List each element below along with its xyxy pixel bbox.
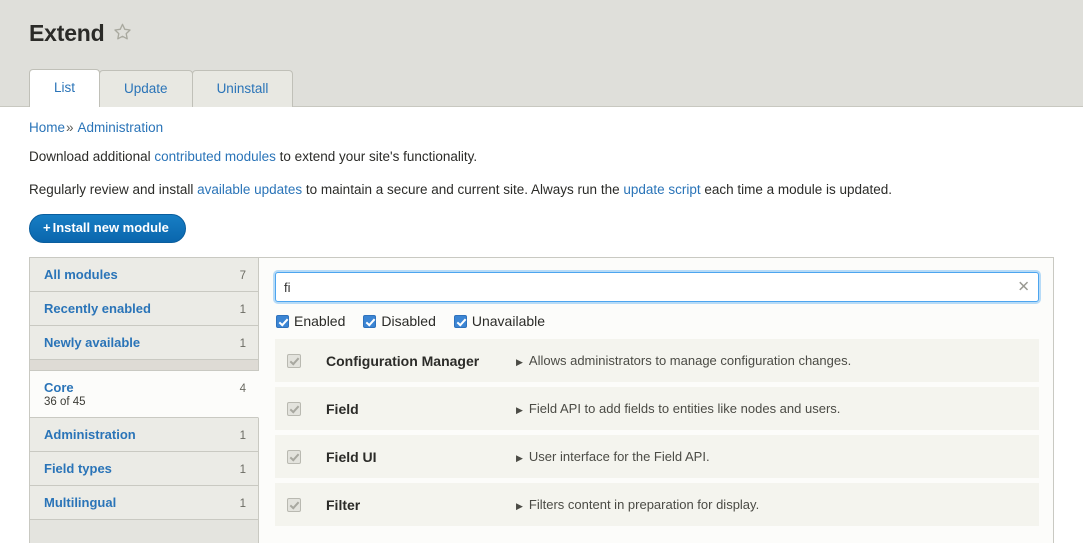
- page-title: Extend: [29, 22, 104, 45]
- sidebar-item-count: 4: [232, 383, 246, 395]
- link-contributed-modules[interactable]: contributed modules: [154, 149, 276, 164]
- module-description-text: Filters content in preparation for displ…: [529, 497, 759, 512]
- module-search: ✕: [275, 272, 1039, 302]
- sidebar-item-core[interactable]: Core 4 36 of 45: [30, 371, 259, 418]
- primary-tabs: List Update Uninstall: [0, 69, 292, 107]
- breadcrumb-link-administration[interactable]: Administration: [78, 120, 164, 135]
- breadcrumb-separator: »: [65, 120, 75, 135]
- extend-modules-container: All modules 7 Recently enabled 1 Newly a…: [29, 257, 1054, 543]
- module-description-text: Allows administrators to manage configur…: [529, 353, 851, 368]
- module-description-text: User interface for the Field API.: [529, 449, 710, 464]
- sidebar-item-count: 1: [232, 430, 246, 442]
- filter-unavailable-label: Unavailable: [472, 314, 545, 328]
- module-enable-checkbox: [287, 354, 301, 368]
- table-row[interactable]: Filter ▶ Filters content in preparation …: [275, 483, 1039, 526]
- close-icon[interactable]: ✕: [1017, 280, 1030, 295]
- filter-unavailable[interactable]: Unavailable: [454, 314, 545, 328]
- module-name: Field: [326, 401, 516, 417]
- sidebar-filler: [30, 520, 258, 543]
- module-enable-checkbox: [287, 402, 301, 416]
- checkbox-unavailable[interactable]: [454, 315, 467, 328]
- sidebar-item-label: Multilingual: [44, 495, 116, 510]
- sidebar-item-label: Recently enabled: [44, 301, 151, 316]
- page-header: Extend List Update Uninstall: [0, 0, 1083, 107]
- sidebar-item-count: 1: [232, 338, 246, 350]
- page-body: Home» Administration Download additional…: [0, 107, 1083, 543]
- sidebar-item-all-modules[interactable]: All modules 7: [30, 258, 258, 292]
- star-outline-icon[interactable]: [113, 22, 132, 46]
- intro-text-2b: to maintain a secure and current site. A…: [302, 182, 623, 197]
- sidebar-item-label: Newly available: [44, 335, 140, 350]
- sidebar-item-label: Administration: [44, 427, 136, 442]
- module-description: ▶ Field API to add fields to entities li…: [516, 401, 840, 416]
- module-name: Configuration Manager: [326, 353, 516, 369]
- intro-text-1a: Download additional: [29, 149, 154, 164]
- sidebar-item-count: 1: [232, 464, 246, 476]
- status-filter-group: Enabled Disabled Unavailable: [275, 314, 1039, 328]
- tab-uninstall[interactable]: Uninstall: [192, 70, 294, 107]
- modules-panel: ✕ Enabled Disabled Unavailable Confi: [259, 258, 1053, 543]
- disclosure-triangle-icon[interactable]: ▶: [516, 502, 523, 511]
- filter-disabled-label: Disabled: [381, 314, 435, 328]
- title-row: Extend: [0, 20, 1083, 46]
- tab-update[interactable]: Update: [99, 70, 193, 107]
- module-description: ▶ Filters content in preparation for dis…: [516, 497, 759, 512]
- table-row[interactable]: Field ▶ Field API to add fields to entit…: [275, 387, 1039, 430]
- checkbox-disabled[interactable]: [363, 315, 376, 328]
- filter-enabled[interactable]: Enabled: [276, 314, 345, 328]
- sidebar-item-field-types[interactable]: Field types 1: [30, 452, 258, 486]
- intro-text-2c: each time a module is updated.: [701, 182, 892, 197]
- disclosure-triangle-icon[interactable]: ▶: [516, 454, 523, 463]
- module-description: ▶ Allows administrators to manage config…: [516, 353, 851, 368]
- sidebar-item-administration[interactable]: Administration 1: [30, 418, 258, 452]
- intro-text-2a: Regularly review and install: [29, 182, 197, 197]
- sidebar-item-count: 1: [232, 498, 246, 510]
- filter-disabled[interactable]: Disabled: [363, 314, 435, 328]
- sidebar-item-label: All modules: [44, 267, 118, 282]
- sidebar-item-count: 7: [232, 270, 246, 282]
- sidebar-item-label: Field types: [44, 461, 112, 476]
- sidebar-item-summary: 36 of 45: [44, 396, 246, 408]
- module-name: Filter: [326, 497, 516, 513]
- link-available-updates[interactable]: available updates: [197, 182, 302, 197]
- checkbox-enabled[interactable]: [276, 315, 289, 328]
- link-update-script[interactable]: update script: [623, 182, 700, 197]
- sidebar-item-recently-enabled[interactable]: Recently enabled 1: [30, 292, 258, 326]
- module-description-text: Field API to add fields to entities like…: [529, 401, 840, 416]
- sidebar-group-divider: [30, 360, 258, 371]
- breadcrumb: Home» Administration: [29, 107, 1054, 135]
- module-description: ▶ User interface for the Field API.: [516, 449, 710, 464]
- vertical-tabs-menu: All modules 7 Recently enabled 1 Newly a…: [30, 258, 259, 543]
- filter-enabled-label: Enabled: [294, 314, 345, 328]
- module-enable-checkbox: [287, 450, 301, 464]
- search-input[interactable]: [275, 272, 1039, 302]
- breadcrumb-link-home[interactable]: Home: [29, 120, 65, 135]
- intro-line-1: Download additional contributed modules …: [29, 147, 1054, 167]
- intro-text-1b: to extend your site's functionality.: [276, 149, 477, 164]
- table-row[interactable]: Configuration Manager ▶ Allows administr…: [275, 339, 1039, 382]
- sidebar-item-count: 1: [232, 304, 246, 316]
- sidebar-item-multilingual[interactable]: Multilingual 1: [30, 486, 258, 520]
- disclosure-triangle-icon[interactable]: ▶: [516, 358, 523, 367]
- module-enable-checkbox: [287, 498, 301, 512]
- install-new-module-label: Install new module: [53, 220, 169, 235]
- disclosure-triangle-icon[interactable]: ▶: [516, 406, 523, 415]
- tab-list[interactable]: List: [29, 69, 100, 107]
- module-name: Field UI: [326, 449, 516, 465]
- plus-icon: +: [43, 220, 51, 235]
- install-new-module-button[interactable]: +Install new module: [29, 214, 186, 244]
- table-row[interactable]: Field UI ▶ User interface for the Field …: [275, 435, 1039, 478]
- intro-line-2: Regularly review and install available u…: [29, 180, 1054, 200]
- sidebar-item-label: Core: [44, 380, 74, 395]
- sidebar-item-newly-available[interactable]: Newly available 1: [30, 326, 258, 360]
